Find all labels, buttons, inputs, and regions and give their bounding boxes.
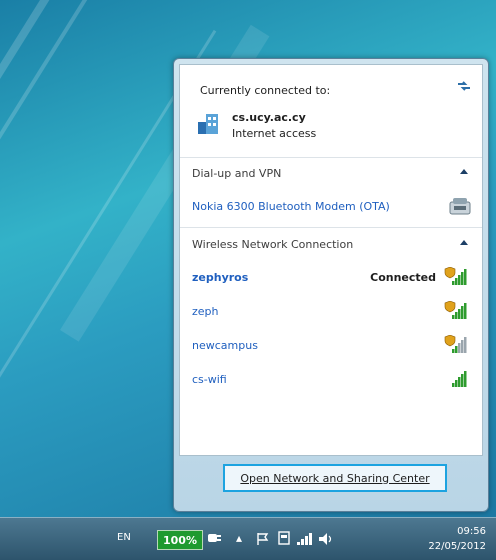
taskbar: EN 100% ▴ 09:56 22/05/2012 — [0, 517, 496, 560]
connection-status: Connected — [370, 271, 436, 284]
refresh-icon[interactable] — [456, 79, 472, 93]
open-network-sharing-center-link[interactable]: Open Network and Sharing Center — [223, 464, 447, 492]
signal-strength-icon — [452, 371, 467, 387]
clock-time: 09:56 — [457, 526, 486, 537]
language-indicator[interactable]: EN — [117, 532, 131, 543]
system-clock[interactable]: 09:56 22/05/2012 — [428, 524, 486, 554]
wifi-network-name: zephyros — [192, 271, 249, 284]
wireless-header-label: Wireless Network Connection — [192, 238, 354, 251]
action-center-flag-icon[interactable] — [256, 532, 270, 546]
network-panel: Currently connected to: cs.ucy.ac.cy Int… — [179, 64, 483, 456]
divider — [180, 227, 482, 228]
footer-link-label: Open Network and Sharing Center — [240, 471, 430, 485]
power-plug-icon[interactable] — [206, 531, 222, 545]
network-access: Internet access — [232, 127, 317, 140]
wifi-network-name: newcampus — [192, 339, 258, 352]
wifi-network-name: zeph — [192, 305, 219, 318]
usb-device-icon[interactable] — [276, 530, 292, 546]
dialup-header[interactable]: Dial-up and VPN — [180, 159, 482, 189]
secured-signal-icon — [444, 301, 467, 319]
wallpaper-streak — [0, 0, 199, 263]
wifi-signal-tray-icon[interactable] — [296, 532, 314, 546]
wifi-network-newcampus[interactable]: newcampus — [180, 331, 482, 361]
wifi-network-cs-wifi[interactable]: cs-wifi — [180, 365, 482, 395]
wifi-network-zephyros[interactable]: zephyros Connected — [180, 263, 482, 293]
network-name: cs.ucy.ac.cy — [232, 111, 306, 124]
battery-percent: 100% — [163, 533, 197, 547]
network-flyout: Currently connected to: cs.ucy.ac.cy Int… — [173, 58, 489, 512]
volume-icon[interactable] — [318, 532, 334, 546]
dialup-header-label: Dial-up and VPN — [192, 167, 282, 180]
battery-indicator[interactable]: 100% — [157, 530, 203, 550]
dialup-item-nokia[interactable]: Nokia 6300 Bluetooth Modem (OTA) — [180, 192, 482, 222]
network-building-icon — [198, 114, 218, 134]
wireless-header[interactable]: Wireless Network Connection — [180, 230, 482, 260]
secured-signal-icon — [444, 335, 467, 353]
wifi-network-zeph[interactable]: zeph — [180, 297, 482, 327]
wifi-network-name: cs-wifi — [192, 373, 227, 386]
secured-signal-icon — [444, 267, 467, 285]
collapse-chevron-icon[interactable] — [460, 240, 468, 245]
collapse-chevron-icon[interactable] — [460, 169, 468, 174]
dialup-item-label: Nokia 6300 Bluetooth Modem (OTA) — [192, 200, 390, 213]
currently-connected-label: Currently connected to: — [200, 84, 331, 97]
divider — [180, 157, 482, 158]
show-hidden-icons-icon[interactable]: ▴ — [236, 531, 242, 545]
clock-date: 22/05/2012 — [428, 541, 486, 552]
modem-icon — [449, 198, 471, 215]
current-connection-section: Currently connected to: cs.ucy.ac.cy Int… — [180, 65, 482, 157]
